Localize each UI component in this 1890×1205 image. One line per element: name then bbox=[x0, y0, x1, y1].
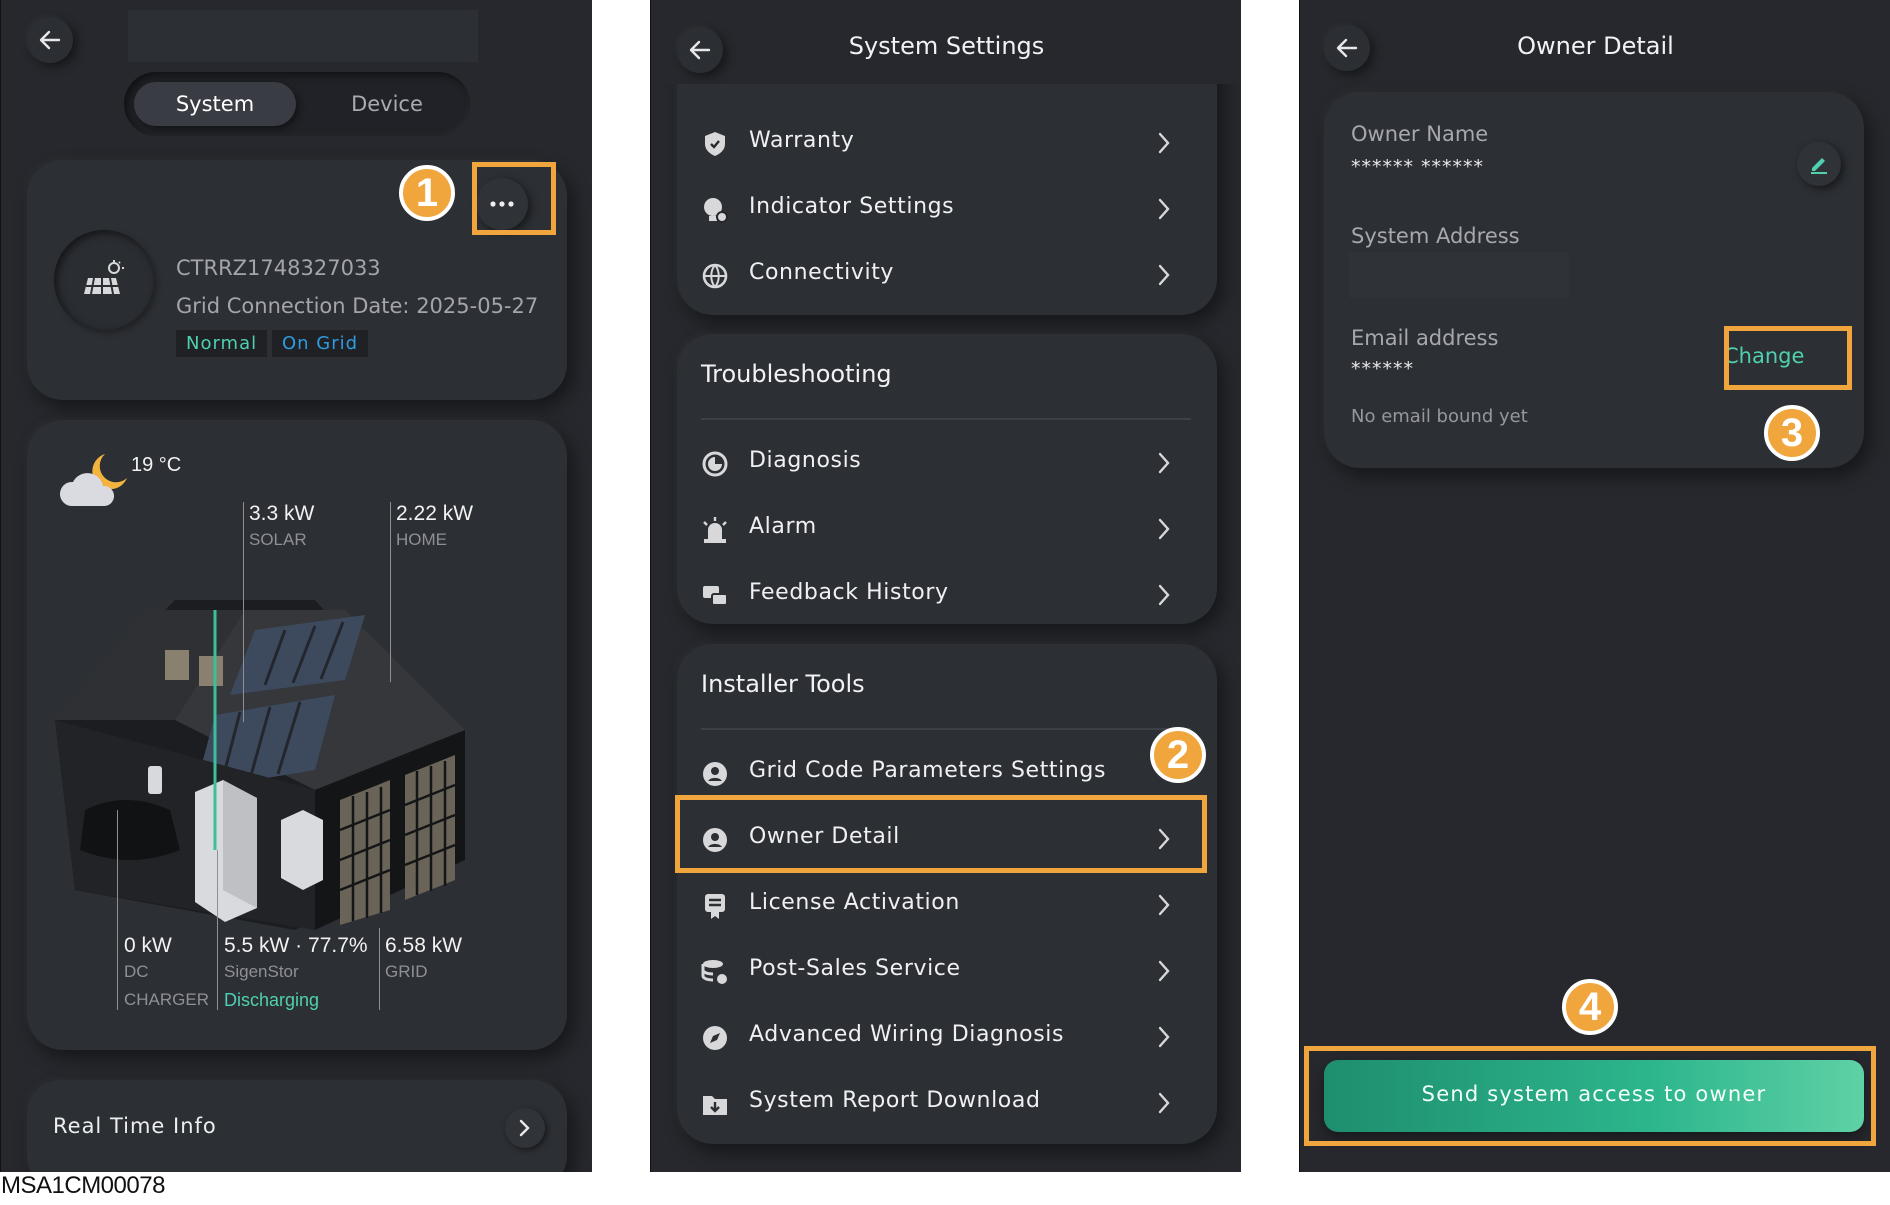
battery-power: 5.5 kW · 77.7% bbox=[224, 934, 368, 957]
chevron-right-icon bbox=[1158, 264, 1170, 286]
pencil-icon bbox=[1811, 158, 1827, 174]
temperature: 19 °C bbox=[131, 454, 182, 476]
system-address-label: System Address bbox=[1351, 224, 1520, 248]
solar-panel-icon bbox=[84, 260, 124, 295]
highlight-send-access bbox=[1304, 1046, 1876, 1146]
settings-item-indicator[interactable]: Indicator Settings bbox=[701, 176, 1191, 242]
settings-item-alarm[interactable]: Alarm bbox=[701, 496, 1191, 562]
moon-cloud-icon bbox=[59, 454, 127, 506]
back-arrow-icon bbox=[39, 30, 61, 50]
settings-item-report-download[interactable]: System Report Download bbox=[701, 1070, 1191, 1136]
real-time-info-label: Real Time Info bbox=[53, 1114, 217, 1138]
globe-icon bbox=[702, 263, 728, 289]
highlight-more-options bbox=[472, 162, 556, 235]
site-name-redacted bbox=[128, 10, 478, 62]
email-value: ****** bbox=[1351, 358, 1414, 380]
warranty-shield-icon bbox=[705, 132, 725, 156]
system-serial: CTRRZ1748327033 bbox=[176, 256, 381, 280]
battery-state: Discharging bbox=[224, 990, 320, 1010]
grid-leader-line bbox=[379, 928, 380, 1010]
grid-connection-date: Grid Connection Date: 2025-05-27 bbox=[176, 294, 539, 318]
chevron-right-icon bbox=[1158, 1026, 1170, 1048]
chevron-right-icon bbox=[1158, 960, 1170, 982]
step-4-marker: 4 bbox=[1562, 979, 1618, 1035]
owner-name-label: Owner Name bbox=[1351, 122, 1489, 146]
step-3-marker: 3 bbox=[1764, 405, 1820, 461]
tab-device[interactable]: Device bbox=[312, 82, 462, 126]
settings-item-wiring-diagnosis[interactable]: Advanced Wiring Diagnosis bbox=[701, 1004, 1191, 1070]
house-illustration bbox=[55, 600, 465, 930]
status-badge-normal: Normal bbox=[176, 330, 268, 357]
charger-leader-line bbox=[117, 810, 118, 1010]
dc-charger-label: DC bbox=[124, 962, 149, 981]
dc-charger-label-2: CHARGER bbox=[124, 990, 210, 1009]
status-badge-on-grid: On Grid bbox=[272, 330, 369, 357]
solar-label: SOLAR bbox=[249, 530, 307, 549]
email-label: Email address bbox=[1351, 326, 1499, 350]
grid-power: 6.58 kW bbox=[385, 934, 463, 957]
alarm-siren-icon bbox=[703, 517, 727, 543]
system-settings-screen: System Settings Warranty Indicator Setti… bbox=[650, 0, 1241, 1172]
home-label: HOME bbox=[396, 530, 447, 549]
solar-leader-line bbox=[243, 502, 244, 722]
download-folder-icon bbox=[703, 1096, 727, 1115]
view-switch: System Device bbox=[124, 72, 470, 136]
step-2-marker: 2 bbox=[1150, 727, 1206, 783]
grid-label: GRID bbox=[385, 962, 428, 981]
chevron-right-icon bbox=[1158, 1092, 1170, 1114]
chevron-right-icon bbox=[1158, 894, 1170, 916]
settings-item-warranty[interactable]: Warranty bbox=[701, 110, 1191, 176]
battery-label: SigenStor bbox=[224, 962, 299, 981]
settings-item-diagnosis[interactable]: Diagnosis bbox=[701, 430, 1191, 496]
user-circle-icon bbox=[703, 762, 727, 786]
section-title-installer-tools: Installer Tools bbox=[701, 670, 865, 698]
diagnosis-icon bbox=[702, 451, 728, 477]
real-time-info-button[interactable] bbox=[505, 1108, 545, 1148]
chevron-right-icon bbox=[1158, 584, 1170, 606]
edit-owner-name-button[interactable] bbox=[1797, 142, 1841, 186]
tab-system[interactable]: System bbox=[134, 82, 296, 126]
real-time-info-row[interactable]: Real Time Info bbox=[27, 1080, 567, 1172]
page-title: Owner Detail bbox=[1517, 32, 1674, 60]
step-1-marker: 1 bbox=[399, 165, 455, 221]
chevron-right-icon bbox=[1158, 452, 1170, 474]
figure-caption: MSA1CM00078 bbox=[1, 1172, 165, 1199]
settings-group-installer-tools: Installer Tools Grid Code Parameters Set… bbox=[677, 644, 1217, 1144]
feedback-chat-icon bbox=[703, 586, 728, 606]
home-power: 2.22 kW bbox=[396, 502, 474, 525]
solar-power: 3.3 kW bbox=[249, 502, 315, 525]
service-database-icon bbox=[701, 960, 727, 984]
home-leader-line bbox=[390, 502, 391, 682]
page-title-overlay: System Settings bbox=[848, 32, 1045, 60]
chevron-right-icon bbox=[1158, 518, 1170, 540]
bulb-gear-icon bbox=[704, 198, 728, 223]
chevron-right-icon bbox=[1158, 198, 1170, 220]
settings-group-troubleshooting: Troubleshooting Diagnosis Alarm Feedback… bbox=[677, 334, 1217, 624]
section-divider bbox=[701, 418, 1191, 420]
compass-icon bbox=[703, 1026, 727, 1050]
chevron-right-icon bbox=[1158, 132, 1170, 154]
highlight-change-email bbox=[1724, 326, 1852, 390]
section-title-troubleshooting: Troubleshooting bbox=[701, 360, 892, 388]
settings-item-feedback-history[interactable]: Feedback History bbox=[701, 562, 1191, 628]
highlight-owner-detail bbox=[675, 795, 1207, 873]
email-note: No email bound yet bbox=[1351, 406, 1528, 427]
settings-item-connectivity[interactable]: Connectivity bbox=[701, 242, 1191, 308]
section-divider bbox=[701, 728, 1191, 730]
chevron-right-icon bbox=[519, 1119, 530, 1137]
settings-item-license-activation[interactable]: License Activation bbox=[701, 872, 1191, 938]
system-address-redacted bbox=[1349, 252, 1569, 298]
solar-system-avatar bbox=[54, 230, 154, 330]
dc-charger-power: 0 kW bbox=[124, 934, 172, 957]
settings-item-post-sales[interactable]: Post-Sales Service bbox=[701, 938, 1191, 1004]
energy-flow-card: 19 °C 3.3 kW SOLAR 2.22 kW HOME 0 kW DC … bbox=[27, 420, 567, 1050]
back-button[interactable] bbox=[27, 17, 73, 63]
battery-leader-line bbox=[217, 850, 218, 1010]
owner-name-value: ****** ****** bbox=[1351, 156, 1485, 178]
license-icon bbox=[705, 894, 725, 919]
